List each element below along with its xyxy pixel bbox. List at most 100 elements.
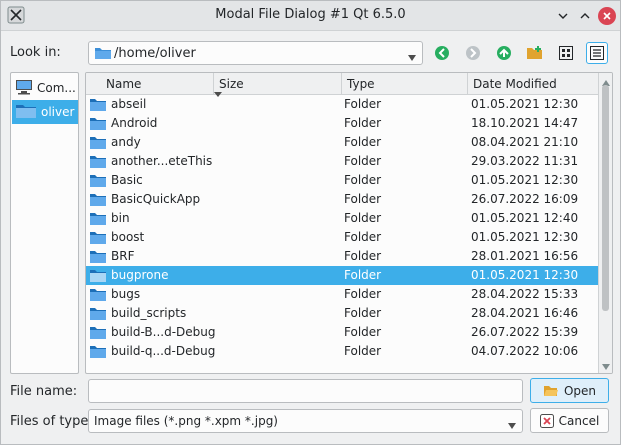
- file-row[interactable]: BRF Folder 28.01.2021 16:56: [86, 247, 598, 266]
- file-name-input[interactable]: [88, 379, 523, 403]
- file-date-modified: 29.03.2022 11:31: [471, 154, 579, 168]
- new-folder-button[interactable]: [524, 42, 546, 64]
- file-name: Basic: [111, 173, 143, 187]
- column-header-name[interactable]: Name: [101, 73, 222, 97]
- open-button[interactable]: Open: [530, 378, 609, 403]
- file-date-modified: 26.07.2022 15:39: [471, 325, 579, 339]
- title-bar[interactable]: Modal File Dialog #1 Qt 6.5.0: [1, 1, 620, 31]
- file-type: Folder: [344, 97, 382, 111]
- file-name-label: File name:: [10, 384, 78, 399]
- open-button-label: Open: [563, 383, 597, 398]
- computer-icon: [15, 79, 33, 98]
- file-row[interactable]: bugprone Folder 01.05.2021 12:30: [86, 266, 598, 285]
- file-row[interactable]: another...eteThis Folder 29.03.2022 11:31: [86, 152, 598, 171]
- file-date-modified: 01.05.2021 12:30: [471, 268, 579, 282]
- folder-icon: [89, 287, 107, 305]
- file-date-modified: 01.05.2021 12:30: [471, 230, 579, 244]
- chevron-down-icon: [408, 50, 416, 64]
- file-row[interactable]: abseil Folder 01.05.2021 12:30: [86, 95, 598, 114]
- folder-icon: [89, 154, 107, 172]
- folder-icon: [89, 135, 107, 153]
- close-icon[interactable]: [598, 7, 616, 25]
- forward-button[interactable]: [462, 42, 484, 64]
- file-date-modified: 18.10.2021 14:47: [471, 116, 579, 130]
- parent-directory-button[interactable]: [493, 42, 515, 64]
- folder-icon: [89, 344, 107, 362]
- list-view-button[interactable]: [555, 42, 577, 64]
- file-type: Folder: [344, 230, 382, 244]
- sidebar-item-label: oliver: [41, 105, 75, 119]
- folder-icon: [89, 306, 107, 324]
- files-of-type-combo[interactable]: Image files (*.png *.xpm *.jpg): [88, 409, 523, 433]
- window-title: Modal File Dialog #1 Qt 6.5.0: [215, 7, 406, 22]
- look-in-path: /home/oliver: [114, 46, 196, 61]
- file-name: boost: [111, 230, 145, 244]
- file-list-view[interactable]: Name Size Type Date Modified abseil Folde…: [85, 72, 613, 374]
- cancel-icon: [539, 413, 554, 428]
- list-view-icon: [559, 46, 573, 60]
- column-header-type[interactable]: Type: [342, 73, 468, 95]
- file-row[interactable]: andy Folder 08.04.2021 21:10: [86, 133, 598, 152]
- file-name: Android: [111, 116, 158, 130]
- folder-icon: [94, 46, 112, 63]
- file-row[interactable]: bin Folder 01.05.2021 12:40: [86, 209, 598, 228]
- file-row[interactable]: bugs Folder 28.04.2022 15:33: [86, 285, 598, 304]
- file-name: build-B...d-Debug: [111, 325, 216, 339]
- file-name: abseil: [111, 97, 147, 111]
- file-name: bugprone: [111, 268, 169, 282]
- file-row[interactable]: build_scripts Folder 28.04.2021 16:46: [86, 304, 598, 323]
- help-icon[interactable]: [554, 7, 572, 25]
- file-type: Folder: [344, 249, 382, 263]
- parent-directory-icon: [497, 46, 511, 60]
- vertical-scrollbar[interactable]: [598, 73, 612, 373]
- forward-icon: [466, 46, 480, 60]
- scrollbar-thumb[interactable]: [602, 85, 609, 311]
- file-date-modified: 04.07.2022 10:06: [471, 344, 579, 358]
- places-sidebar: Com... oliver: [10, 72, 79, 374]
- look-in-combo[interactable]: /home/oliver: [88, 41, 423, 65]
- file-date-modified: 28.04.2022 15:33: [471, 287, 579, 301]
- detail-view-icon: [590, 46, 604, 60]
- detail-view-button[interactable]: [586, 42, 608, 64]
- sidebar-item-oliver[interactable]: oliver: [12, 100, 78, 124]
- file-type: Folder: [344, 211, 382, 225]
- file-type: Folder: [344, 287, 382, 301]
- file-row[interactable]: Android Folder 18.10.2021 14:47: [86, 114, 598, 133]
- cancel-button[interactable]: Cancel: [530, 408, 609, 433]
- column-header-date[interactable]: Date Modified: [468, 73, 598, 95]
- file-name: bin: [111, 211, 130, 225]
- file-date-modified: 01.05.2021 12:40: [471, 211, 579, 225]
- file-row[interactable]: BasicQuickApp Folder 26.07.2022 16:09: [86, 190, 598, 209]
- file-row[interactable]: Basic Folder 01.05.2021 12:30: [86, 171, 598, 190]
- file-date-modified: 28.01.2021 16:56: [471, 249, 579, 263]
- file-name: BasicQuickApp: [111, 192, 201, 206]
- folder-icon: [89, 116, 107, 134]
- back-button[interactable]: [431, 42, 453, 64]
- column-name-label: Name: [106, 77, 142, 91]
- file-type: Folder: [344, 154, 382, 168]
- file-date-modified: 01.05.2021 12:30: [471, 97, 579, 111]
- folder-icon: [89, 325, 107, 343]
- file-type: Folder: [344, 344, 382, 358]
- open-folder-icon: [543, 384, 559, 398]
- file-row[interactable]: boost Folder 01.05.2021 12:30: [86, 228, 598, 247]
- look-in-label: Look in:: [10, 45, 61, 60]
- file-type: Folder: [344, 173, 382, 187]
- file-type: Folder: [344, 192, 382, 206]
- cancel-button-label: Cancel: [558, 413, 600, 428]
- file-list-header: Name Size Type Date Modified: [86, 73, 598, 97]
- column-header-size[interactable]: Size: [214, 73, 342, 95]
- file-name: another...eteThis: [111, 154, 213, 168]
- sidebar-item-computer[interactable]: Com...: [12, 76, 78, 100]
- folder-icon: [89, 97, 107, 115]
- scroll-down-icon[interactable]: [602, 359, 610, 373]
- maximize-icon[interactable]: [576, 7, 594, 25]
- file-name: build-q...d-Debug: [111, 344, 216, 358]
- folder-icon: [89, 249, 107, 267]
- file-name: BRF: [111, 249, 135, 263]
- file-row[interactable]: build-B...d-Debug Folder 26.07.2022 15:39: [86, 323, 598, 342]
- file-row[interactable]: build-q...d-Debug Folder 04.07.2022 10:06: [86, 342, 598, 361]
- file-name: bugs: [111, 287, 141, 301]
- folder-icon: [15, 103, 37, 122]
- file-date-modified: 01.05.2021 12:30: [471, 173, 579, 187]
